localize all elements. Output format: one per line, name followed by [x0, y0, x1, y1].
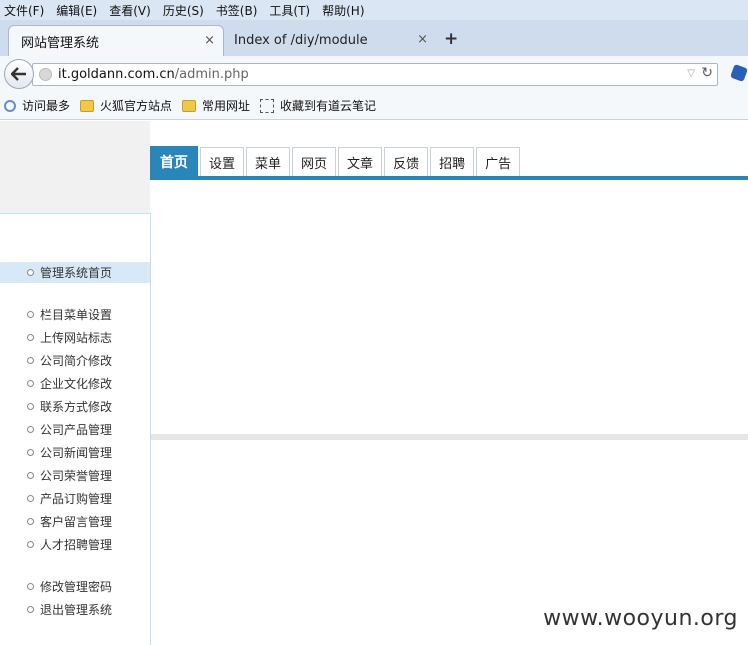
sidebar-item-label: 公司荣誉管理 — [40, 469, 113, 483]
nav-tab-ads[interactable]: 广告 — [476, 147, 521, 176]
sidebar-item-label: 企业文化修改 — [40, 377, 113, 391]
folder-icon — [182, 99, 197, 112]
bookmark-label: 常用网址 — [202, 99, 251, 113]
sidebar-item-label: 公司简介修改 — [40, 354, 113, 368]
menu-tools[interactable]: 工具(T) — [269, 2, 310, 19]
sidebar-item-home[interactable]: 管理系统首页 — [0, 262, 150, 283]
bullet-icon — [27, 541, 34, 548]
menu-view[interactable]: 查看(V) — [109, 2, 151, 19]
bookmark-label: 收藏到有道云笔记 — [280, 99, 377, 113]
tab-title: 网站管理系统 — [21, 35, 100, 51]
logo-area — [0, 121, 150, 213]
sidebar-item[interactable]: 公司新闻管理 — [0, 442, 150, 463]
new-tab-button[interactable]: + — [444, 29, 458, 49]
bookmark-label: 访问最多 — [22, 99, 71, 113]
sidebar-item-change-password[interactable]: 修改管理密码 — [0, 576, 150, 597]
nav-tab-settings[interactable]: 设置 — [200, 147, 245, 176]
sidebar-item[interactable]: 公司荣誉管理 — [0, 465, 150, 486]
sidebar-item[interactable]: 栏目菜单设置 — [0, 304, 150, 325]
nav-tab-home[interactable]: 首页 — [150, 146, 198, 177]
sidebar-item[interactable]: 上传网站标志 — [0, 327, 150, 348]
close-tab-icon[interactable]: × — [204, 33, 215, 48]
content-frame-top — [151, 180, 748, 434]
menu-history[interactable]: 历史(S) — [163, 2, 204, 19]
bookmark-common-sites[interactable]: 常用网址 — [182, 97, 250, 114]
sidebar-item[interactable]: 企业文化修改 — [0, 373, 150, 394]
note-icon — [260, 98, 275, 113]
reload-icon[interactable]: ↻ — [701, 65, 713, 81]
nav-tab-menu[interactable]: 菜单 — [246, 147, 291, 176]
tab-index-of-module[interactable]: Index of /diy/module × — [222, 25, 436, 56]
sidebar-item[interactable]: 联系方式修改 — [0, 396, 150, 417]
bullet-icon — [27, 518, 34, 525]
sidebar-item[interactable]: 公司简介修改 — [0, 350, 150, 371]
back-button[interactable] — [4, 59, 34, 89]
url-path: /admin.php — [174, 67, 249, 82]
sidebar-item-label: 联系方式修改 — [40, 400, 113, 414]
sidebar-item-label: 管理系统首页 — [40, 266, 113, 280]
sidebar-item[interactable]: 产品订购管理 — [0, 488, 150, 509]
bullet-icon — [27, 606, 34, 613]
back-arrow-icon — [11, 67, 26, 81]
folder-icon — [80, 99, 95, 112]
bookmarks-bar: 访问最多 火狐官方站点 常用网址 收藏到有道云笔记 — [0, 92, 748, 120]
bullet-icon — [27, 426, 34, 433]
bullet-icon — [27, 403, 34, 410]
sidebar-item-label: 公司新闻管理 — [40, 446, 113, 460]
bullet-icon — [27, 449, 34, 456]
bullet-icon — [27, 311, 34, 318]
nav-tab-articles[interactable]: 文章 — [338, 147, 383, 176]
bullet-icon — [27, 380, 34, 387]
menu-help[interactable]: 帮助(H) — [322, 2, 364, 19]
top-nav: 首页 设置 菜单 网页 文章 反馈 招聘 广告 — [150, 146, 522, 177]
sidebar-item-label: 修改管理密码 — [40, 580, 113, 594]
header-strip — [150, 121, 748, 148]
bullet-icon — [27, 269, 34, 276]
magnifier-icon — [4, 99, 16, 112]
sidebar-item-label: 栏目菜单设置 — [40, 308, 113, 322]
nav-bar: it.goldann.com.cn/admin.php ▽ ↻ — [0, 56, 748, 92]
menu-bookmarks[interactable]: 书签(B) — [216, 2, 258, 19]
sidebar-item-label: 上传网站标志 — [40, 331, 113, 345]
sidebar-item-label: 退出管理系统 — [40, 603, 113, 617]
bookmark-most-visited[interactable]: 访问最多 — [4, 97, 70, 114]
bullet-icon — [27, 495, 34, 502]
watermark: www.wooyun.org — [543, 606, 738, 631]
nav-tab-recruit[interactable]: 招聘 — [430, 147, 475, 176]
close-tab-icon[interactable]: × — [417, 32, 428, 47]
nav-tab-pages[interactable]: 网页 — [292, 147, 337, 176]
sidebar-item-label: 产品订购管理 — [40, 492, 113, 506]
menu-edit[interactable]: 编辑(E) — [56, 2, 97, 19]
addon-icon[interactable] — [730, 64, 748, 82]
url-dropdown-icon[interactable]: ▽ — [687, 68, 695, 79]
url-bar[interactable]: it.goldann.com.cn/admin.php ▽ ↻ — [32, 63, 718, 86]
sidebar-item[interactable]: 公司产品管理 — [0, 419, 150, 440]
bookmark-firefox-site[interactable]: 火狐官方站点 — [80, 97, 172, 114]
tab-admin[interactable]: 网站管理系统 × — [8, 25, 224, 56]
sidebar-item-label: 公司产品管理 — [40, 423, 113, 437]
bookmark-youdao-note[interactable]: 收藏到有道云笔记 — [260, 97, 376, 114]
menu-bar: 文件(F) 编辑(E) 查看(V) 历史(S) 书签(B) 工具(T) 帮助(H… — [0, 0, 748, 20]
menu-file[interactable]: 文件(F) — [4, 2, 44, 19]
tab-strip: Index of /diy/module × 网站管理系统 × + — [0, 20, 748, 56]
tab-title: Index of /diy/module — [234, 33, 368, 48]
url-host: it.goldann.com.cn — [58, 67, 175, 82]
sidebar-item[interactable]: 客户留言管理 — [0, 511, 150, 532]
sidebar-item-logout[interactable]: 退出管理系统 — [0, 599, 150, 620]
globe-icon — [39, 68, 52, 81]
sidebar-item-label: 人才招聘管理 — [40, 538, 113, 552]
bullet-icon — [27, 334, 34, 341]
sidebar-item-label: 客户留言管理 — [40, 515, 113, 529]
bullet-icon — [27, 357, 34, 364]
bullet-icon — [27, 583, 34, 590]
sidebar: 管理系统首页 栏目菜单设置 上传网站标志 公司简介修改 企业文化修改 联系方式修… — [0, 213, 151, 645]
page-content: 首页 设置 菜单 网页 文章 反馈 招聘 广告 管理系统首页 栏目菜单设置 上传… — [0, 121, 748, 645]
nav-tab-feedback[interactable]: 反馈 — [384, 147, 429, 176]
bookmark-label: 火狐官方站点 — [100, 99, 173, 113]
bullet-icon — [27, 472, 34, 479]
sidebar-item[interactable]: 人才招聘管理 — [0, 534, 150, 555]
